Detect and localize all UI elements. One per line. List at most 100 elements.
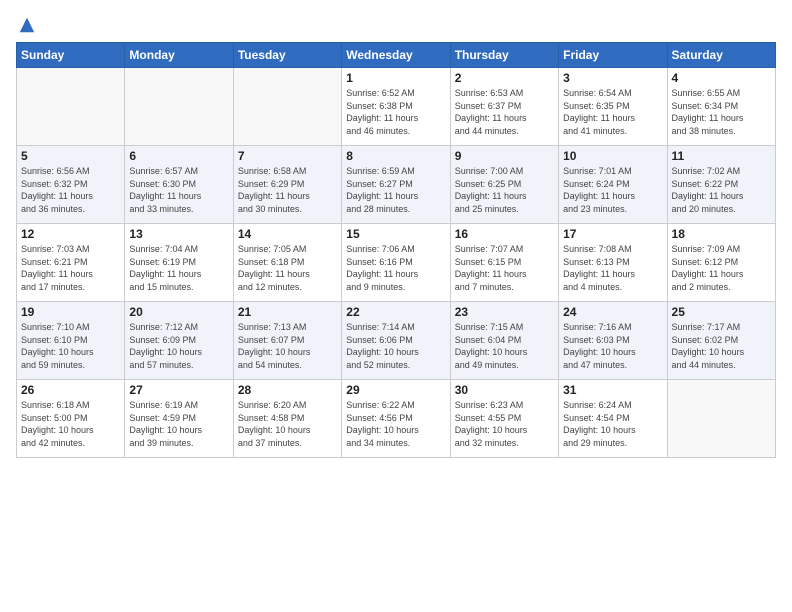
calendar-cell: 6 Sunrise: 6:57 AM Sunset: 6:30 PM Daylig… bbox=[125, 146, 233, 224]
day-info: Sunrise: 7:01 AM Sunset: 6:24 PM Dayligh… bbox=[563, 165, 662, 215]
day-info: Sunrise: 6:53 AM Sunset: 6:37 PM Dayligh… bbox=[455, 87, 554, 137]
day-number: 3 bbox=[563, 71, 662, 85]
calendar-table: SundayMondayTuesdayWednesdayThursdayFrid… bbox=[16, 42, 776, 458]
day-number: 5 bbox=[21, 149, 120, 163]
day-info: Sunrise: 6:54 AM Sunset: 6:35 PM Dayligh… bbox=[563, 87, 662, 137]
calendar-cell: 19 Sunrise: 7:10 AM Sunset: 6:10 PM Dayli… bbox=[17, 302, 125, 380]
calendar-cell: 28 Sunrise: 6:20 AM Sunset: 4:58 PM Dayli… bbox=[233, 380, 341, 458]
day-number: 16 bbox=[455, 227, 554, 241]
day-number: 9 bbox=[455, 149, 554, 163]
calendar-cell: 9 Sunrise: 7:00 AM Sunset: 6:25 PM Daylig… bbox=[450, 146, 558, 224]
day-info: Sunrise: 7:12 AM Sunset: 6:09 PM Dayligh… bbox=[129, 321, 228, 371]
day-number: 24 bbox=[563, 305, 662, 319]
day-info: Sunrise: 7:10 AM Sunset: 6:10 PM Dayligh… bbox=[21, 321, 120, 371]
day-info: Sunrise: 6:57 AM Sunset: 6:30 PM Dayligh… bbox=[129, 165, 228, 215]
calendar-week-row: 5 Sunrise: 6:56 AM Sunset: 6:32 PM Daylig… bbox=[17, 146, 776, 224]
day-info: Sunrise: 6:52 AM Sunset: 6:38 PM Dayligh… bbox=[346, 87, 445, 137]
calendar-cell: 13 Sunrise: 7:04 AM Sunset: 6:19 PM Dayli… bbox=[125, 224, 233, 302]
day-number: 20 bbox=[129, 305, 228, 319]
day-number: 21 bbox=[238, 305, 337, 319]
page-header bbox=[16, 16, 776, 34]
calendar-cell: 18Sunrise: 7:09 AM Sunset: 6:12 PM Dayli… bbox=[667, 224, 775, 302]
calendar-cell: 24 Sunrise: 7:16 AM Sunset: 6:03 PM Dayli… bbox=[559, 302, 667, 380]
day-info: Sunrise: 6:23 AM Sunset: 4:55 PM Dayligh… bbox=[455, 399, 554, 449]
calendar-cell: 10 Sunrise: 7:01 AM Sunset: 6:24 PM Dayli… bbox=[559, 146, 667, 224]
day-number: 28 bbox=[238, 383, 337, 397]
day-info: Sunrise: 6:56 AM Sunset: 6:32 PM Dayligh… bbox=[21, 165, 120, 215]
weekday-header-saturday: Saturday bbox=[667, 43, 775, 68]
day-number: 1 bbox=[346, 71, 445, 85]
day-number: 11 bbox=[672, 149, 771, 163]
day-info: Sunrise: 7:14 AM Sunset: 6:06 PM Dayligh… bbox=[346, 321, 445, 371]
calendar-cell: 22Sunrise: 7:14 AM Sunset: 6:06 PM Dayli… bbox=[342, 302, 450, 380]
calendar-cell: 5 Sunrise: 6:56 AM Sunset: 6:32 PM Daylig… bbox=[17, 146, 125, 224]
day-number: 12 bbox=[21, 227, 120, 241]
day-number: 8 bbox=[346, 149, 445, 163]
calendar-cell bbox=[125, 68, 233, 146]
day-number: 29 bbox=[346, 383, 445, 397]
day-info: Sunrise: 6:59 AM Sunset: 6:27 PM Dayligh… bbox=[346, 165, 445, 215]
weekday-header-thursday: Thursday bbox=[450, 43, 558, 68]
calendar-cell: 3 Sunrise: 6:54 AM Sunset: 6:35 PM Daylig… bbox=[559, 68, 667, 146]
calendar-cell: 14 Sunrise: 7:05 AM Sunset: 6:18 PM Dayli… bbox=[233, 224, 341, 302]
day-info: Sunrise: 7:07 AM Sunset: 6:15 PM Dayligh… bbox=[455, 243, 554, 293]
day-number: 15 bbox=[346, 227, 445, 241]
day-info: Sunrise: 7:04 AM Sunset: 6:19 PM Dayligh… bbox=[129, 243, 228, 293]
day-number: 2 bbox=[455, 71, 554, 85]
calendar-cell: 16 Sunrise: 7:07 AM Sunset: 6:15 PM Dayli… bbox=[450, 224, 558, 302]
calendar-cell bbox=[17, 68, 125, 146]
day-info: Sunrise: 6:20 AM Sunset: 4:58 PM Dayligh… bbox=[238, 399, 337, 449]
day-info: Sunrise: 7:16 AM Sunset: 6:03 PM Dayligh… bbox=[563, 321, 662, 371]
calendar-week-row: 26 Sunrise: 6:18 AM Sunset: 5:00 PM Dayli… bbox=[17, 380, 776, 458]
weekday-header-wednesday: Wednesday bbox=[342, 43, 450, 68]
calendar-cell bbox=[233, 68, 341, 146]
weekday-header-monday: Monday bbox=[125, 43, 233, 68]
day-info: Sunrise: 6:18 AM Sunset: 5:00 PM Dayligh… bbox=[21, 399, 120, 449]
day-number: 30 bbox=[455, 383, 554, 397]
calendar-week-row: 1 Sunrise: 6:52 AM Sunset: 6:38 PM Daylig… bbox=[17, 68, 776, 146]
calendar-cell: 23 Sunrise: 7:15 AM Sunset: 6:04 PM Dayli… bbox=[450, 302, 558, 380]
weekday-header-row: SundayMondayTuesdayWednesdayThursdayFrid… bbox=[17, 43, 776, 68]
day-number: 6 bbox=[129, 149, 228, 163]
day-number: 4 bbox=[672, 71, 771, 85]
day-info: Sunrise: 7:05 AM Sunset: 6:18 PM Dayligh… bbox=[238, 243, 337, 293]
day-number: 31 bbox=[563, 383, 662, 397]
calendar-cell: 1 Sunrise: 6:52 AM Sunset: 6:38 PM Daylig… bbox=[342, 68, 450, 146]
day-number: 19 bbox=[21, 305, 120, 319]
day-number: 27 bbox=[129, 383, 228, 397]
calendar-cell: 26 Sunrise: 6:18 AM Sunset: 5:00 PM Dayli… bbox=[17, 380, 125, 458]
calendar-cell: 31Sunrise: 6:24 AM Sunset: 4:54 PM Dayli… bbox=[559, 380, 667, 458]
day-number: 18 bbox=[672, 227, 771, 241]
calendar-cell: 17Sunrise: 7:08 AM Sunset: 6:13 PM Dayli… bbox=[559, 224, 667, 302]
day-info: Sunrise: 7:15 AM Sunset: 6:04 PM Dayligh… bbox=[455, 321, 554, 371]
day-number: 13 bbox=[129, 227, 228, 241]
day-info: Sunrise: 7:17 AM Sunset: 6:02 PM Dayligh… bbox=[672, 321, 771, 371]
day-info: Sunrise: 7:06 AM Sunset: 6:16 PM Dayligh… bbox=[346, 243, 445, 293]
day-number: 26 bbox=[21, 383, 120, 397]
logo-icon bbox=[18, 16, 36, 34]
calendar-cell: 30 Sunrise: 6:23 AM Sunset: 4:55 PM Dayli… bbox=[450, 380, 558, 458]
day-number: 10 bbox=[563, 149, 662, 163]
calendar-cell: 2 Sunrise: 6:53 AM Sunset: 6:37 PM Daylig… bbox=[450, 68, 558, 146]
calendar-cell: 27 Sunrise: 6:19 AM Sunset: 4:59 PM Dayli… bbox=[125, 380, 233, 458]
calendar-week-row: 12 Sunrise: 7:03 AM Sunset: 6:21 PM Dayli… bbox=[17, 224, 776, 302]
weekday-header-friday: Friday bbox=[559, 43, 667, 68]
day-number: 14 bbox=[238, 227, 337, 241]
weekday-header-tuesday: Tuesday bbox=[233, 43, 341, 68]
day-number: 17 bbox=[563, 227, 662, 241]
calendar-cell: 8 Sunrise: 6:59 AM Sunset: 6:27 PM Daylig… bbox=[342, 146, 450, 224]
calendar-cell: 7Sunrise: 6:58 AM Sunset: 6:29 PM Daylig… bbox=[233, 146, 341, 224]
day-info: Sunrise: 6:58 AM Sunset: 6:29 PM Dayligh… bbox=[238, 165, 337, 215]
calendar-cell: 29Sunrise: 6:22 AM Sunset: 4:56 PM Dayli… bbox=[342, 380, 450, 458]
day-info: Sunrise: 7:13 AM Sunset: 6:07 PM Dayligh… bbox=[238, 321, 337, 371]
day-number: 23 bbox=[455, 305, 554, 319]
calendar-cell: 4Sunrise: 6:55 AM Sunset: 6:34 PM Daylig… bbox=[667, 68, 775, 146]
day-info: Sunrise: 7:02 AM Sunset: 6:22 PM Dayligh… bbox=[672, 165, 771, 215]
day-info: Sunrise: 7:03 AM Sunset: 6:21 PM Dayligh… bbox=[21, 243, 120, 293]
calendar-cell: 21 Sunrise: 7:13 AM Sunset: 6:07 PM Dayli… bbox=[233, 302, 341, 380]
day-info: Sunrise: 6:19 AM Sunset: 4:59 PM Dayligh… bbox=[129, 399, 228, 449]
day-info: Sunrise: 7:00 AM Sunset: 6:25 PM Dayligh… bbox=[455, 165, 554, 215]
calendar-cell bbox=[667, 380, 775, 458]
calendar-cell: 25Sunrise: 7:17 AM Sunset: 6:02 PM Dayli… bbox=[667, 302, 775, 380]
logo bbox=[16, 16, 36, 34]
